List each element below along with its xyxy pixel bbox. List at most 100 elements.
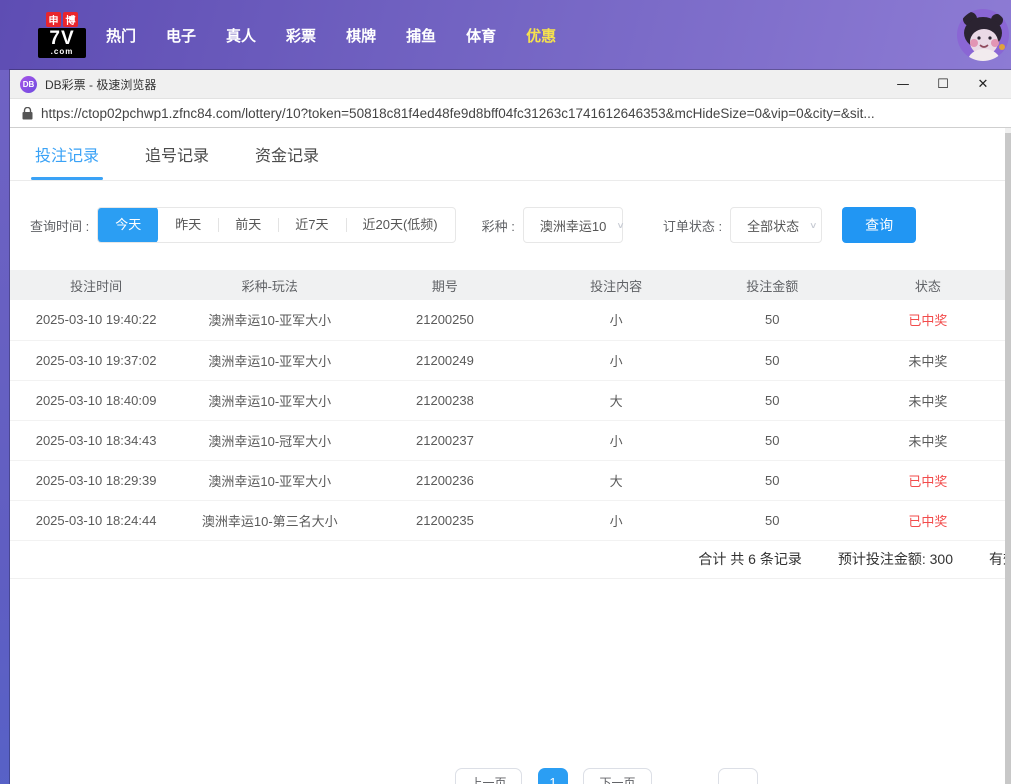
summary-total: 合计 共 6 条记录 xyxy=(698,549,801,569)
cell-bet-time: 2025-03-10 19:37:02 xyxy=(10,340,182,380)
tab-chase-records[interactable]: 追号记录 xyxy=(145,128,209,180)
logo-badge-2: 博 xyxy=(63,12,78,27)
lottery-select[interactable]: 澳洲幸运10 ∨ xyxy=(523,207,623,243)
url-text: https://ctop02pchwp1.zfnc84.com/lottery/… xyxy=(41,106,875,121)
next-page-button[interactable]: 下一页 xyxy=(583,768,652,784)
cell-issue-number: 21200237 xyxy=(357,420,532,460)
nav-item[interactable]: 电子 xyxy=(166,25,196,46)
cell-bet-content: 小 xyxy=(533,500,700,540)
record-tabs: 投注记录 追号记录 资金记录 xyxy=(10,128,1011,181)
logo-main-text: 7V xyxy=(40,29,84,48)
nav-item[interactable]: 热门 xyxy=(106,25,136,46)
time-option[interactable]: 昨天 xyxy=(158,208,218,242)
current-page-button[interactable]: 1 xyxy=(538,768,568,784)
nav-menu: 热门 电子 真人 彩票 棋牌 捕鱼 体育 优惠 xyxy=(106,25,556,46)
cell-issue-number: 21200249 xyxy=(357,340,532,380)
cell-game-play: 澳洲幸运10-第三名大小 xyxy=(182,500,357,540)
table-column-header: 投注内容 xyxy=(533,270,700,300)
page-jump-input[interactable] xyxy=(718,768,758,784)
table-row: 2025-03-10 18:24:44 澳洲幸运10-第三名大小 2120023… xyxy=(10,500,1011,540)
tab-bet-records[interactable]: 投注记录 xyxy=(35,128,99,180)
nav-item[interactable]: 优惠 xyxy=(526,25,556,46)
cell-game-play: 澳洲幸运10-亚军大小 xyxy=(182,300,357,340)
cell-bet-amount: 50 xyxy=(700,460,845,500)
prev-page-button[interactable]: 上一页 xyxy=(455,768,522,784)
table-column-header: 投注时间 xyxy=(10,270,182,300)
table-column-header: 彩种-玩法 xyxy=(182,270,357,300)
window-titlebar: DB DB彩票 - 极速浏览器 — ☐ ✕ xyxy=(10,70,1011,99)
page-content: 投注记录 追号记录 资金记录 查询时间 : 今天昨天前天近7天近20天(低频) … xyxy=(10,128,1011,784)
bet-records-table: 投注时间彩种-玩法期号投注内容投注金额状态 2025-03-10 19:40:2… xyxy=(10,270,1011,541)
search-button[interactable]: 查询 xyxy=(842,207,916,243)
cell-issue-number: 21200238 xyxy=(357,380,532,420)
cell-bet-time: 2025-03-10 18:34:43 xyxy=(10,420,182,460)
cell-issue-number: 21200236 xyxy=(357,460,532,500)
nav-item[interactable]: 棋牌 xyxy=(346,25,376,46)
cell-status: 未中奖 xyxy=(845,340,1011,380)
time-option[interactable]: 前天 xyxy=(218,208,278,242)
maximize-button[interactable]: ☐ xyxy=(923,70,963,99)
cell-bet-amount: 50 xyxy=(700,420,845,460)
scrollbar-track[interactable] xyxy=(1005,128,1011,784)
nav-item[interactable]: 真人 xyxy=(226,25,256,46)
close-button[interactable]: ✕ xyxy=(963,70,1003,99)
cell-issue-number: 21200235 xyxy=(357,500,532,540)
time-option[interactable]: 近20天(低频) xyxy=(346,208,455,242)
cell-bet-time: 2025-03-10 19:40:22 xyxy=(10,300,182,340)
time-filter-label: 查询时间 : xyxy=(30,216,89,235)
cell-status: 已中奖 xyxy=(845,300,1011,340)
site-nav: 申 博 7V .com 热门 电子 真人 彩票 棋牌 捕鱼 体育 优惠 xyxy=(0,0,1011,70)
cell-game-play: 澳洲幸运10-冠军大小 xyxy=(182,420,357,460)
status-select-value: 全部状态 xyxy=(747,216,799,235)
lottery-select-value: 澳洲幸运10 xyxy=(540,216,606,235)
table-column-header: 投注金额 xyxy=(700,270,845,300)
user-avatar[interactable] xyxy=(957,9,1009,61)
cell-bet-amount: 50 xyxy=(700,300,845,340)
logo-sub-text: .com xyxy=(40,48,84,56)
lock-icon xyxy=(22,107,33,120)
table-body: 2025-03-10 19:40:22 澳洲幸运10-亚军大小 21200250… xyxy=(10,300,1011,540)
table-row: 2025-03-10 18:34:43 澳洲幸运10-冠军大小 21200237… xyxy=(10,420,1011,460)
address-bar[interactable]: https://ctop02pchwp1.zfnc84.com/lottery/… xyxy=(10,99,1011,128)
avatar-image xyxy=(957,9,1009,61)
lottery-filter-label: 彩种 : xyxy=(482,216,515,235)
nav-item[interactable]: 捕鱼 xyxy=(406,25,436,46)
cell-bet-content: 大 xyxy=(533,460,700,500)
cell-game-play: 澳洲幸运10-亚军大小 xyxy=(182,380,357,420)
cell-status: 已中奖 xyxy=(845,500,1011,540)
summary-bar: 合计 共 6 条记录 预计投注金额: 300 有效投注金额 xyxy=(10,541,1011,579)
nav-item[interactable]: 体育 xyxy=(466,25,496,46)
cell-status: 未中奖 xyxy=(845,380,1011,420)
scrollbar-thumb[interactable] xyxy=(1005,133,1011,784)
browser-favicon: DB xyxy=(20,76,37,93)
site-logo[interactable]: 申 博 7V .com xyxy=(38,12,86,58)
logo-badge-1: 申 xyxy=(46,12,61,27)
cell-issue-number: 21200250 xyxy=(357,300,532,340)
table-row: 2025-03-10 18:29:39 澳洲幸运10-亚军大小 21200236… xyxy=(10,460,1011,500)
minimize-button[interactable]: — xyxy=(883,70,923,99)
tab-fund-records[interactable]: 资金记录 xyxy=(255,128,319,180)
cell-game-play: 澳洲幸运10-亚军大小 xyxy=(182,340,357,380)
chevron-down-icon: ∨ xyxy=(809,220,817,230)
table-row: 2025-03-10 18:40:09 澳洲幸运10-亚军大小 21200238… xyxy=(10,380,1011,420)
cell-bet-content: 小 xyxy=(533,340,700,380)
time-option[interactable]: 近7天 xyxy=(278,208,345,242)
cell-status: 已中奖 xyxy=(845,460,1011,500)
cell-game-play: 澳洲幸运10-亚军大小 xyxy=(182,460,357,500)
cell-bet-content: 小 xyxy=(533,420,700,460)
pagination: 上一页 1 下一页 xyxy=(10,768,1011,784)
cell-bet-content: 大 xyxy=(533,380,700,420)
cell-bet-amount: 50 xyxy=(700,340,845,380)
cell-status: 未中奖 xyxy=(845,420,1011,460)
time-option[interactable]: 今天 xyxy=(98,207,158,243)
table-header-row: 投注时间彩种-玩法期号投注内容投注金额状态 xyxy=(10,270,1011,300)
status-filter-label: 订单状态 : xyxy=(663,216,722,235)
order-status-select[interactable]: 全部状态 ∨ xyxy=(730,207,822,243)
filter-bar: 查询时间 : 今天昨天前天近7天近20天(低频) 彩种 : 澳洲幸运10 ∨ 订… xyxy=(10,207,1011,243)
table-row: 2025-03-10 19:40:22 澳洲幸运10-亚军大小 21200250… xyxy=(10,300,1011,340)
cell-bet-time: 2025-03-10 18:40:09 xyxy=(10,380,182,420)
nav-item[interactable]: 彩票 xyxy=(286,25,316,46)
table-column-header: 期号 xyxy=(357,270,532,300)
summary-expected-amount: 预计投注金额: 300 xyxy=(838,549,953,569)
cell-bet-time: 2025-03-10 18:29:39 xyxy=(10,460,182,500)
